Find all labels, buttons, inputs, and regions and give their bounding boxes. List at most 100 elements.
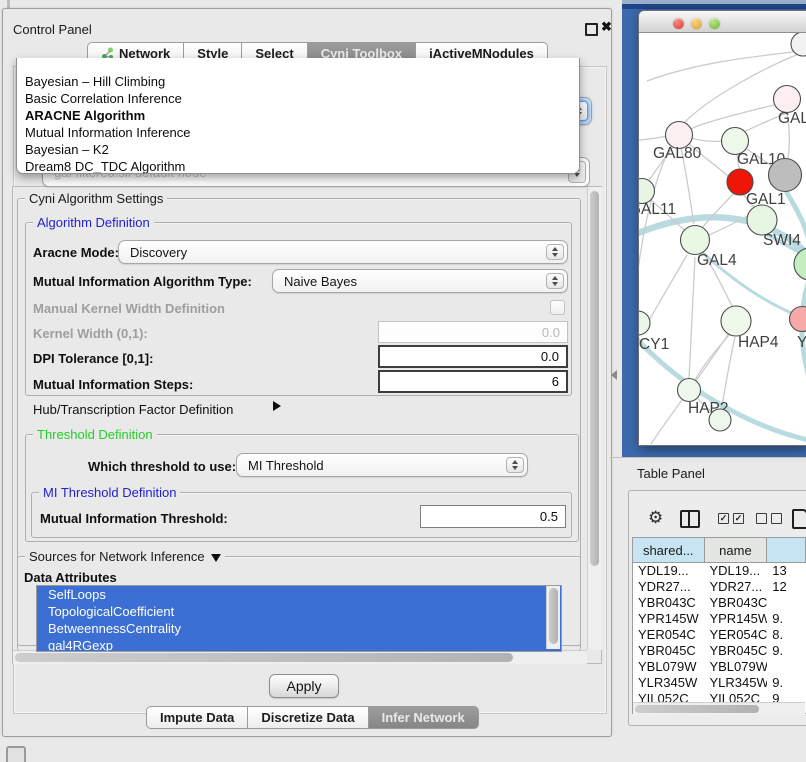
splitter-collapse-icon[interactable] [611, 370, 617, 380]
table-column-header[interactable] [767, 538, 806, 562]
tab-infer-network[interactable]: Infer Network [368, 706, 479, 729]
float-window-icon[interactable] [585, 23, 598, 36]
network-node[interactable] [639, 311, 650, 335]
manual-kernel-width-label: Manual Kernel Width Definition [33, 301, 225, 316]
which-threshold-combobox[interactable]: MI Threshold [236, 453, 528, 477]
algorithm-option[interactable]: Mutual Information Inference [17, 124, 579, 141]
table-panel-title: Table Panel [637, 466, 705, 481]
table-cell: YDR27... [704, 579, 767, 595]
top-edge-mark [7, 0, 10, 8]
combo-stepper-icon[interactable] [546, 244, 564, 260]
table-cell [767, 659, 806, 675]
network-node[interactable] [639, 179, 655, 204]
table-cell: YLR345W [704, 675, 767, 691]
scrollbar-thumb[interactable] [590, 191, 599, 566]
which-threshold-label: Which threshold to use: [88, 459, 236, 474]
collapse-arrow-icon[interactable] [211, 554, 221, 562]
table-row[interactable]: YLR345WYLR345W9. [633, 675, 806, 691]
table-column-header[interactable]: name [705, 538, 768, 562]
algorithm-option[interactable]: Dream8 DC_TDC Algorithm [17, 158, 579, 174]
network-node[interactable] [769, 159, 802, 192]
table-horizontal-scrollbar[interactable] [633, 702, 805, 715]
table-cell: 8. [767, 627, 806, 643]
table-row[interactable]: YER054CYER054C8. [633, 627, 806, 643]
deselect-all-columns-icon[interactable] [756, 513, 782, 524]
algorithm-list: Bayesian – Hill ClimbingBasic Correlatio… [17, 73, 579, 174]
threshold-definition-title: Threshold Definition [33, 427, 157, 442]
table-cell [767, 595, 806, 611]
data-attributes-label: Data Attributes [24, 570, 117, 585]
tab-impute-data[interactable]: Impute Data [146, 706, 248, 729]
network-node-label: HAP4 [738, 334, 779, 351]
aracne-mode-combobox[interactable]: Discovery [118, 240, 568, 264]
network-node[interactable] [774, 86, 801, 113]
mi-steps-field[interactable]: 6 [378, 370, 568, 393]
attribute-list-item[interactable]: TopologicalCoefficient [37, 603, 561, 620]
attribute-list-item[interactable]: BetweennessCentrality [37, 620, 561, 637]
network-node-label: GAL80 [653, 145, 702, 162]
mi-algorithm-type-label: Mutual Information Algorithm Type: [33, 274, 252, 289]
zoom-traffic-icon[interactable] [709, 18, 720, 29]
network-canvas[interactable]: GALGAL80GAL10GAL1GAL11SWI4GAL4GCY1HAP4YH… [639, 33, 806, 445]
network-node[interactable] [709, 409, 731, 431]
aracne-mode-label: Aracne Mode: [33, 245, 119, 260]
table-row[interactable]: YBR043CYBR043C [633, 595, 806, 611]
dpi-tolerance-field[interactable]: 0.0 [378, 345, 568, 368]
table-row[interactable]: YBL079WYBL079W [633, 659, 806, 675]
network-node[interactable] [794, 248, 806, 280]
network-node[interactable] [681, 226, 710, 255]
combo-stepper-icon[interactable] [546, 273, 564, 289]
attribute-list-item[interactable]: gal4RGexp [37, 637, 561, 652]
algorithm-option[interactable]: Basic Correlation Inference [17, 90, 579, 107]
dpi-tolerance-label: DPI Tolerance [0,1]: [33, 351, 153, 366]
table-row[interactable]: YDL19...YDL19...13 [633, 563, 806, 579]
mi-threshold-definition-title: MI Threshold Definition [39, 485, 180, 500]
table-column-header[interactable]: shared... [633, 538, 705, 562]
table-row[interactable]: YBR045CYBR045C9. [633, 643, 806, 659]
combo-stepper-icon[interactable] [506, 457, 524, 473]
column-layout-icon[interactable] [680, 510, 700, 528]
table-cell: YBL079W [704, 659, 767, 675]
network-node[interactable] [790, 307, 806, 332]
tab-discretize-data[interactable]: Discretize Data [247, 706, 368, 729]
minimize-traffic-icon[interactable] [691, 18, 702, 29]
network-node[interactable] [678, 379, 701, 402]
apply-button[interactable]: Apply [269, 674, 339, 698]
table-row[interactable]: YDR27...YDR27...12 [633, 579, 806, 595]
algorithm-option[interactable]: ARACNE Algorithm [17, 107, 579, 124]
select-all-columns-icon[interactable]: ✓✓ [718, 513, 744, 524]
settings-vertical-scrollbar[interactable] [587, 187, 602, 650]
scrollbar-thumb[interactable] [635, 705, 759, 713]
network-node[interactable] [747, 205, 777, 235]
algorithm-option[interactable]: Bayesian – Hill Climbing [17, 73, 579, 90]
network-node[interactable] [721, 306, 751, 336]
network-node-label: GCY1 [639, 336, 669, 353]
close-traffic-icon[interactable] [673, 18, 684, 29]
expand-arrow-icon[interactable] [273, 401, 281, 411]
document-icon[interactable] [792, 509, 806, 529]
table-cell: YBR045C [704, 643, 767, 659]
node-table[interactable]: shared...name YDL19...YDL19...13YDR27...… [632, 537, 806, 714]
close-icon[interactable]: ✖ [601, 19, 612, 35]
algorithm-option[interactable]: Bayesian – K2 [17, 141, 579, 158]
network-window-titlebar[interactable] [639, 11, 806, 33]
table-header-row: shared...name [633, 538, 806, 563]
sources-title: Sources for Network Inference [25, 549, 225, 564]
table-cell: YER054C [704, 627, 767, 643]
kernel-width-label: Kernel Width (0,1): [33, 326, 148, 341]
hub-definition-label: Hub/Transcription Factor Definition [33, 402, 233, 417]
gear-icon[interactable]: ⚙ [648, 509, 663, 526]
data-attributes-list[interactable]: SelfLoopsTopologicalCoefficientBetweenne… [36, 585, 562, 652]
minimized-panel-icon[interactable] [6, 746, 26, 762]
settings-horizontal-scrollbar[interactable] [13, 650, 587, 664]
scrollbar-thumb[interactable] [549, 588, 558, 644]
mi-algorithm-type-combobox[interactable]: Naive Bayes [272, 269, 568, 293]
manual-kernel-width-checkbox[interactable] [550, 300, 565, 315]
table-row[interactable]: YPR145WYPR145W9. [633, 611, 806, 627]
algorithm-definition-title: Algorithm Definition [33, 215, 154, 230]
popup-spacer [17, 58, 579, 73]
attribute-list-item[interactable]: SelfLoops [37, 586, 561, 603]
mi-threshold-field[interactable]: 0.5 [420, 505, 566, 528]
attributes-list-scrollbar[interactable] [546, 586, 560, 649]
scrollbar-thumb[interactable] [15, 653, 513, 662]
